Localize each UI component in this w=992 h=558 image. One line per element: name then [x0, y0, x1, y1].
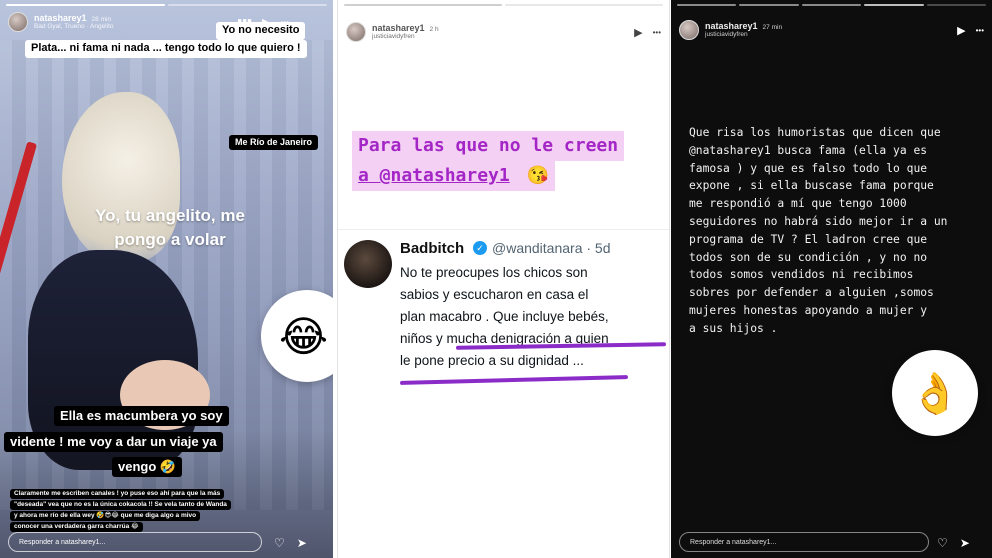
- story-body-line: expone , si ella buscase fama porque: [689, 179, 934, 193]
- story-time: 27 min: [762, 23, 783, 31]
- tweet-line: plan macabro . Que incluye bebés,: [400, 309, 609, 324]
- avatar[interactable]: [346, 22, 366, 42]
- ok-hand-emoji-icon: 👌: [910, 371, 960, 416]
- story-time: 2 h: [429, 25, 439, 33]
- reply-input[interactable]: Responder a natasharey1...: [679, 532, 929, 552]
- story-panel-2[interactable]: natasharey1 2 h justiciavidyfren ▶ ••• P…: [337, 0, 670, 558]
- title-mention-block: a @natasharey1 😘: [352, 161, 555, 191]
- small-text-line3: y ahora me río de ella wey 🤣😎😂 que me di…: [10, 511, 201, 522]
- story-body-line: todos son de su condición , y no no: [689, 250, 928, 264]
- tweet-author-name[interactable]: Badbitch: [400, 240, 464, 257]
- story-panel-3[interactable]: natasharey1 27 min justiciavidyfren ▶ ••…: [671, 0, 992, 558]
- tweet-handle[interactable]: @wanditanara · 5d: [492, 240, 611, 256]
- tweet-card[interactable]: Badbitch ✓ @wanditanara · 5d No te preoc…: [338, 230, 669, 380]
- story-body-line: @natasharey1 busca fama (ella ya es: [689, 143, 928, 157]
- tweet-line: No te preocupes los chicos son: [400, 265, 588, 280]
- username[interactable]: natasharey1: [372, 23, 425, 33]
- story-body-line: seguidores no habrá sido mejor ir a un: [689, 214, 948, 228]
- send-icon[interactable]: ➤: [960, 536, 970, 550]
- sub-label[interactable]: justiciavidyfren: [372, 33, 439, 41]
- story-panel-1[interactable]: natasharey1 28 min Bad Gyal, Trueno · An…: [0, 0, 333, 558]
- story-body-line: Que risa los humoristas que dicen que: [689, 126, 941, 139]
- top-bubble-line1: Yo no necesito: [216, 22, 306, 40]
- story-body-line: todos somos vendidos ni recibimos: [689, 268, 914, 282]
- center-text-line1: Yo, tu angelito, me: [95, 206, 245, 225]
- sub-label[interactable]: justiciavidyfren: [705, 31, 782, 39]
- laughing-emoji-icon: 😂: [279, 312, 329, 360]
- story-body-line: programa de TV ? El ladron cree que: [689, 232, 928, 246]
- ok-hand-emoji-sticker: 👌: [892, 350, 978, 436]
- verified-badge-icon: ✓: [473, 241, 487, 255]
- story-body-line: mujeres honestas apoyando a mujer y: [689, 303, 928, 317]
- tweet-avatar[interactable]: [344, 240, 392, 288]
- story-progress-bar: [6, 4, 327, 6]
- caption-line2: vidente ! me voy a dar un viaje ya: [4, 432, 223, 453]
- kiss-emoji-icon: 😘: [526, 165, 549, 186]
- music-label[interactable]: Bad Gyal, Trueno · Angelito: [34, 23, 114, 31]
- heart-icon[interactable]: ♡: [274, 536, 285, 550]
- story-body-text: Que risa los humoristas que dicen que @na…: [689, 124, 981, 338]
- story-header: natasharey1 27 min justiciavidyfren ▶ ••…: [679, 18, 984, 42]
- reply-input[interactable]: Responder a natasharey1...: [8, 532, 262, 552]
- tweet-line: sabios y escucharon en casa el: [400, 287, 589, 302]
- play-icon[interactable]: ▶: [957, 24, 965, 37]
- caption-line3: vengo 🤣: [112, 457, 183, 478]
- tweet-line: le pone precio a su dignidad ...: [400, 353, 584, 368]
- story-progress-bar: [344, 4, 663, 6]
- username[interactable]: natasharey1: [705, 21, 758, 31]
- story-body-line: me respondió a mí que tengo 1000: [689, 197, 907, 211]
- more-icon[interactable]: •••: [653, 28, 661, 37]
- top-bubble-line2: Plata... ni fama ni nada ... tengo todo …: [25, 40, 307, 58]
- story-progress-bar: [677, 4, 987, 6]
- avatar[interactable]: [679, 20, 699, 40]
- title-line2[interactable]: a @natasharey1: [358, 165, 510, 186]
- title-line1: Para las que no le creen: [352, 131, 625, 161]
- username[interactable]: natasharey1: [34, 13, 87, 23]
- story-header: natasharey1 2 h justiciavidyfren ▶ •••: [346, 20, 661, 44]
- story-body-line: a sus hijos .: [689, 321, 778, 335]
- small-text-line1: Claramente me escriben canales ! yo puse…: [10, 489, 225, 500]
- send-icon[interactable]: ➤: [297, 536, 307, 550]
- more-icon[interactable]: •••: [976, 26, 984, 35]
- caption-line1: Ella es macumbera yo soy: [54, 406, 229, 427]
- small-text-line4: conocer una verdadera garra charrúa 😂: [10, 522, 143, 533]
- avatar[interactable]: [8, 12, 28, 32]
- tweet-text: No te preocupes los chicos son sabios y …: [400, 262, 662, 372]
- center-text-line2: pongo a volar: [114, 230, 226, 249]
- heart-icon[interactable]: ♡: [937, 536, 948, 550]
- story-body-line: sobres por defender a alguien ,somos: [689, 286, 934, 300]
- small-text-line2: "deseada" vea que no es la única cokacol…: [10, 500, 231, 511]
- story-body-line: famosa ) y que es falso todo lo que: [689, 161, 928, 175]
- play-icon[interactable]: ▶: [634, 26, 642, 39]
- location-tag[interactable]: Me Río de Janeiro: [229, 135, 319, 151]
